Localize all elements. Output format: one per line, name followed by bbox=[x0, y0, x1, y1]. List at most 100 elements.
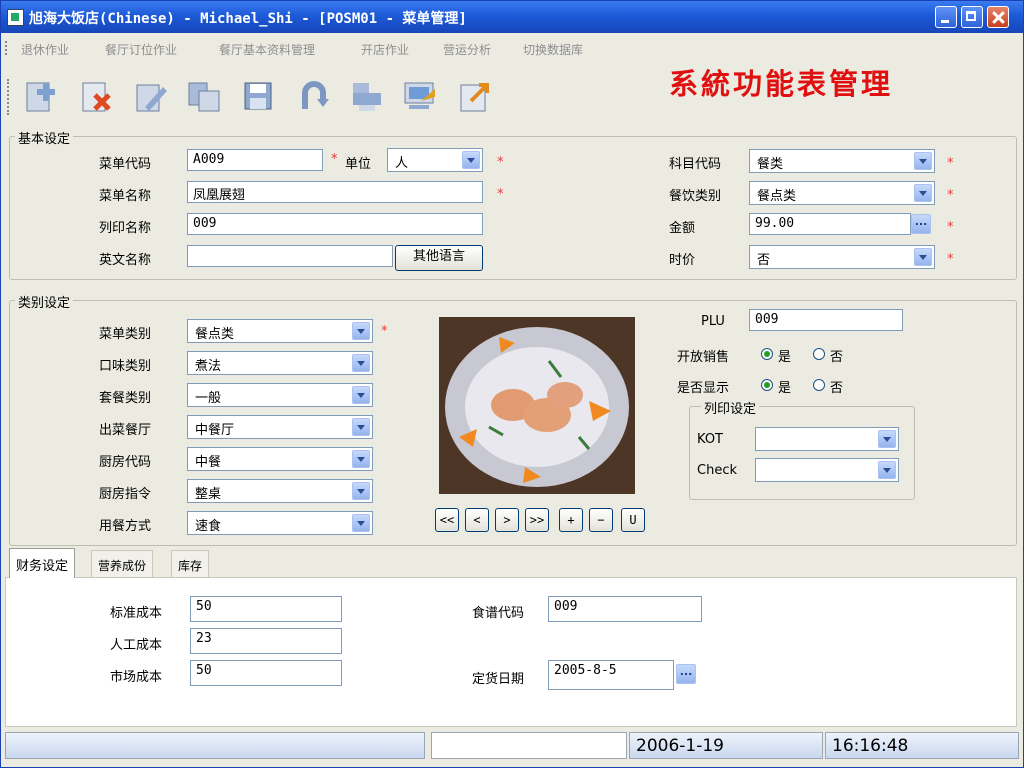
image-next-button[interactable]: > bbox=[495, 508, 519, 532]
edit-icon[interactable] bbox=[131, 77, 169, 115]
menu-item-analysis[interactable]: 营运分析 bbox=[443, 41, 491, 58]
check-select[interactable] bbox=[755, 458, 899, 482]
std-cost-input[interactable]: 50 bbox=[190, 596, 342, 622]
dining-method-select[interactable]: 速食 bbox=[187, 511, 373, 535]
required-mark: * bbox=[947, 156, 954, 171]
plu-input[interactable]: 009 bbox=[749, 309, 903, 331]
menu-name-label: 菜单名称 bbox=[99, 189, 152, 204]
open-sale-label: 开放销售 bbox=[677, 350, 730, 365]
market-cost-input[interactable]: 50 bbox=[190, 660, 342, 686]
app-icon bbox=[7, 9, 24, 26]
chevron-down-icon[interactable] bbox=[352, 354, 370, 372]
print-name-input[interactable]: 009 bbox=[187, 213, 483, 235]
page-banner: 系統功能表管理 bbox=[669, 67, 894, 101]
chevron-down-icon[interactable] bbox=[352, 450, 370, 468]
amount-picker-button[interactable]: ... bbox=[911, 214, 931, 234]
std-cost-label: 标准成本 bbox=[110, 606, 163, 621]
chevron-down-icon[interactable] bbox=[878, 430, 896, 448]
menu-code-input[interactable]: A009 bbox=[187, 149, 323, 171]
image-first-button[interactable]: << bbox=[435, 508, 459, 532]
menu-name-input[interactable]: 凤凰展翅 bbox=[187, 181, 483, 203]
chevron-down-icon[interactable] bbox=[878, 461, 896, 479]
minimize-button[interactable] bbox=[935, 6, 957, 28]
required-mark: * bbox=[331, 152, 338, 167]
amount-input[interactable]: 99.00 bbox=[749, 213, 911, 235]
order-date-label: 定货日期 bbox=[472, 672, 525, 687]
recipe-code-input[interactable]: 009 bbox=[548, 596, 702, 622]
menu-item-reservation[interactable]: 餐厅订位作业 bbox=[105, 41, 177, 58]
open-sale-yes-radio[interactable] bbox=[761, 348, 773, 360]
delete-icon[interactable] bbox=[77, 77, 115, 115]
print-icon[interactable] bbox=[347, 77, 385, 115]
add-icon[interactable] bbox=[21, 77, 59, 115]
display-no-label: 否 bbox=[830, 381, 844, 396]
chevron-down-icon[interactable] bbox=[462, 151, 480, 169]
image-add-button[interactable]: + bbox=[559, 508, 583, 532]
menu-item-switch-db[interactable]: 切换数据库 bbox=[523, 41, 583, 58]
set-category-select[interactable]: 一般 bbox=[187, 383, 373, 407]
tab-inventory[interactable]: 库存 bbox=[171, 550, 210, 577]
basic-settings-legend: 基本设定 bbox=[15, 128, 74, 147]
date-picker-button[interactable]: ... bbox=[676, 664, 696, 684]
chevron-down-icon[interactable] bbox=[352, 322, 370, 340]
taste-category-select[interactable]: 煮法 bbox=[187, 351, 373, 375]
menu-item-open-store[interactable]: 开店作业 bbox=[361, 41, 409, 58]
restaurant-select[interactable]: 中餐厅 bbox=[187, 415, 373, 439]
open-sale-no-radio[interactable] bbox=[813, 348, 825, 360]
kot-select[interactable] bbox=[755, 427, 899, 451]
status-panel-main bbox=[5, 732, 425, 759]
chevron-down-icon[interactable] bbox=[914, 152, 932, 170]
menu-item-basic-data[interactable]: 餐厅基本资料管理 bbox=[219, 41, 315, 58]
display-yes-radio[interactable] bbox=[761, 379, 773, 391]
image-prev-button[interactable]: < bbox=[465, 508, 489, 532]
chevron-down-icon[interactable] bbox=[352, 386, 370, 404]
current-price-select[interactable]: 否 bbox=[749, 245, 935, 269]
chevron-down-icon[interactable] bbox=[914, 184, 932, 202]
chevron-down-icon[interactable] bbox=[352, 514, 370, 532]
tab-finance[interactable]: 财务设定 bbox=[9, 548, 76, 578]
chevron-down-icon[interactable] bbox=[352, 418, 370, 436]
maximize-button[interactable] bbox=[961, 6, 983, 28]
save-icon[interactable] bbox=[239, 77, 277, 115]
menu-grip[interactable] bbox=[5, 41, 10, 55]
status-time: 16:16:48 bbox=[825, 732, 1019, 759]
is-display-label: 是否显示 bbox=[677, 381, 730, 396]
labor-cost-input[interactable]: 23 bbox=[190, 628, 342, 654]
undo-icon[interactable] bbox=[295, 77, 333, 115]
menu-category-select[interactable]: 餐点类 bbox=[187, 319, 373, 343]
search-icon[interactable] bbox=[401, 77, 439, 115]
market-cost-label: 市场成本 bbox=[110, 670, 163, 685]
account-code-select[interactable]: 餐类 bbox=[749, 149, 935, 173]
menu-item-retire[interactable]: 退休作业 bbox=[21, 41, 69, 58]
image-remove-button[interactable]: − bbox=[589, 508, 613, 532]
required-mark: * bbox=[947, 252, 954, 267]
required-mark: * bbox=[381, 324, 388, 339]
kitchen-command-select[interactable]: 整桌 bbox=[187, 479, 373, 503]
status-date: 2006-1-19 bbox=[629, 732, 823, 759]
exit-icon[interactable] bbox=[455, 77, 493, 115]
toolbar-grip[interactable] bbox=[7, 79, 12, 115]
other-language-button[interactable]: 其他语言 bbox=[395, 245, 483, 271]
chevron-down-icon[interactable] bbox=[914, 248, 932, 266]
status-panel-input bbox=[431, 732, 627, 759]
open-sale-no-label: 否 bbox=[830, 350, 844, 365]
copy-icon[interactable] bbox=[185, 77, 223, 115]
print-settings-group bbox=[689, 406, 915, 500]
meal-type-label: 餐饮类别 bbox=[669, 189, 722, 204]
image-last-button[interactable]: >> bbox=[525, 508, 549, 532]
chevron-down-icon[interactable] bbox=[352, 482, 370, 500]
kitchen-code-select[interactable]: 中餐 bbox=[187, 447, 373, 471]
close-button[interactable] bbox=[987, 6, 1009, 28]
main-window: 旭海大饭店(Chinese) - Michael_Shi - [POSM01 -… bbox=[0, 0, 1024, 768]
unit-select[interactable]: 人 bbox=[387, 148, 483, 172]
tab-nutrition[interactable]: 营养成份 bbox=[91, 550, 154, 577]
meal-type-select[interactable]: 餐点类 bbox=[749, 181, 935, 205]
category-label-dining: 用餐方式 bbox=[99, 519, 152, 534]
display-no-radio[interactable] bbox=[813, 379, 825, 391]
title-bar[interactable]: 旭海大饭店(Chinese) - Michael_Shi - [POSM01 -… bbox=[1, 1, 1023, 33]
image-update-button[interactable]: U bbox=[621, 508, 645, 532]
order-date-input[interactable]: 2005-8-5 bbox=[548, 660, 674, 690]
english-name-input[interactable] bbox=[187, 245, 393, 267]
category-label-kitchen-command: 厨房指令 bbox=[99, 487, 152, 502]
category-label-kitchen-code: 厨房代码 bbox=[99, 455, 152, 470]
